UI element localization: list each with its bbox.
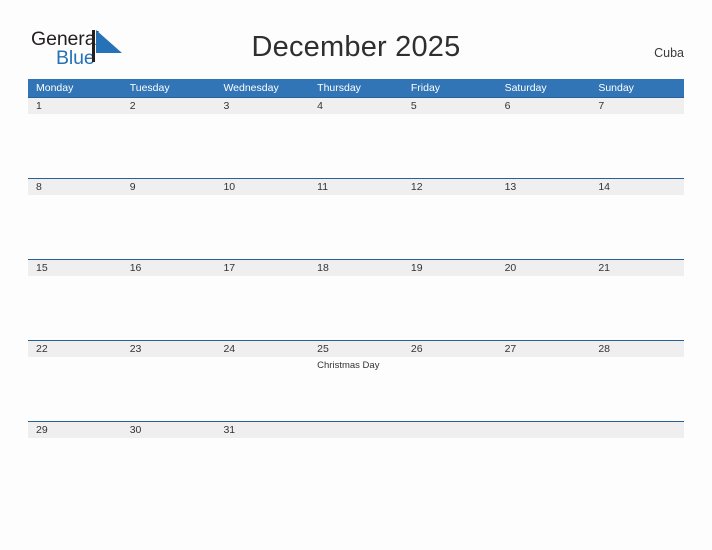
day-number: 10 [223,181,236,193]
calendar-week-row: 1 2 3 4 5 6 7 [28,97,684,178]
day-cell[interactable]: 6 [497,97,591,178]
day-number: 2 [129,100,136,112]
day-cell[interactable]: 11 [309,178,403,259]
day-event-holiday: Christmas Day [317,360,380,371]
day-cell[interactable]: 18 [309,259,403,340]
day-cell[interactable]: 10 [215,178,309,259]
day-number: 12 [410,181,423,193]
day-number: 1 [36,100,42,112]
day-cell[interactable]: 12 [403,178,497,259]
day-number: 25 [317,343,329,355]
day-cell[interactable]: 2 [122,97,216,178]
day-of-week-thursday: Thursday [317,82,361,94]
day-cell[interactable]: 14 [590,178,684,259]
day-number: 24 [223,343,236,355]
day-cell[interactable]: 3 [215,97,309,178]
calendar-grid: Monday Tuesday Wednesday Thursday Friday… [28,79,684,502]
day-number: 27 [504,343,517,355]
day-number: 31 [223,424,236,436]
day-cell[interactable]: 23 [122,340,216,421]
day-cell-christmas[interactable]: 25 Christmas Day [309,340,403,421]
day-cell[interactable]: 15 [28,259,122,340]
day-cell[interactable]: 8 [28,178,122,259]
day-cell[interactable]: 21 [590,259,684,340]
day-of-week-wednesday: Wednesday [223,82,279,94]
day-number: 28 [598,343,610,355]
day-number: 18 [317,262,329,274]
day-number: 17 [223,262,236,274]
day-of-week-header: Monday Tuesday Wednesday Thursday Friday… [28,79,684,97]
day-number: 3 [223,100,230,112]
day-cell[interactable]: 7 [590,97,684,178]
day-number: 5 [410,100,417,112]
day-cell[interactable]: 4 [309,97,403,178]
calendar-week-row: 29 30 31 [28,421,684,502]
day-cell[interactable]: 26 [403,340,497,421]
country-label: Cuba [654,46,684,60]
day-cell[interactable]: 20 [497,259,591,340]
day-number: 6 [504,100,511,112]
page-title: December 2025 [251,31,461,63]
day-cell[interactable]: 31 [215,421,309,502]
day-cell[interactable]: 28 [590,340,684,421]
day-number: 14 [598,181,610,193]
day-number: 22 [36,343,48,355]
day-cell[interactable]: 30 [122,421,216,502]
day-number: 21 [598,262,610,274]
day-number: 7 [598,100,605,112]
day-number: 30 [129,424,142,436]
day-number: 16 [129,262,142,274]
day-cell[interactable]: 29 [28,421,122,502]
day-of-week-monday: Monday [36,82,74,94]
day-number: 23 [129,343,142,355]
day-of-week-tuesday: Tuesday [129,82,170,94]
day-cell[interactable]: 24 [215,340,309,421]
day-cell[interactable]: 27 [497,340,591,421]
day-number: 4 [317,100,323,112]
day-cell[interactable]: 17 [215,259,309,340]
day-number: 29 [36,424,48,436]
calendar-week-row: 15 16 17 18 19 20 21 [28,259,684,340]
day-number: 20 [504,262,517,274]
day-cell[interactable]: 22 [28,340,122,421]
day-number: 9 [129,181,136,193]
calendar-week-row: 8 9 10 11 12 13 14 [28,178,684,259]
day-cell[interactable]: 19 [403,259,497,340]
day-cell[interactable]: 9 [122,178,216,259]
day-cell[interactable]: 1 [28,97,122,178]
day-number: 8 [36,181,42,193]
day-cell-empty [497,421,591,502]
day-number: 19 [410,262,423,274]
day-cell[interactable]: 16 [122,259,216,340]
day-cell-empty [309,421,403,502]
page-header: General Blue December 2025 Cuba [0,0,712,78]
day-cell-empty [590,421,684,502]
day-number: 11 [317,181,329,193]
day-of-week-sunday: Sunday [598,82,634,94]
day-number: 13 [504,181,517,193]
day-of-week-friday: Friday [410,82,441,94]
calendar-page: General Blue December 2025 Cuba Monday T… [0,0,712,550]
day-number: 15 [36,262,48,274]
day-of-week-saturday: Saturday [504,82,547,94]
day-number: 26 [410,343,423,355]
calendar-week-row: 22 23 24 25 Christmas Day 26 27 28 [28,340,684,421]
day-cell-empty [403,421,497,502]
day-cell[interactable]: 13 [497,178,591,259]
day-cell[interactable]: 5 [403,97,497,178]
